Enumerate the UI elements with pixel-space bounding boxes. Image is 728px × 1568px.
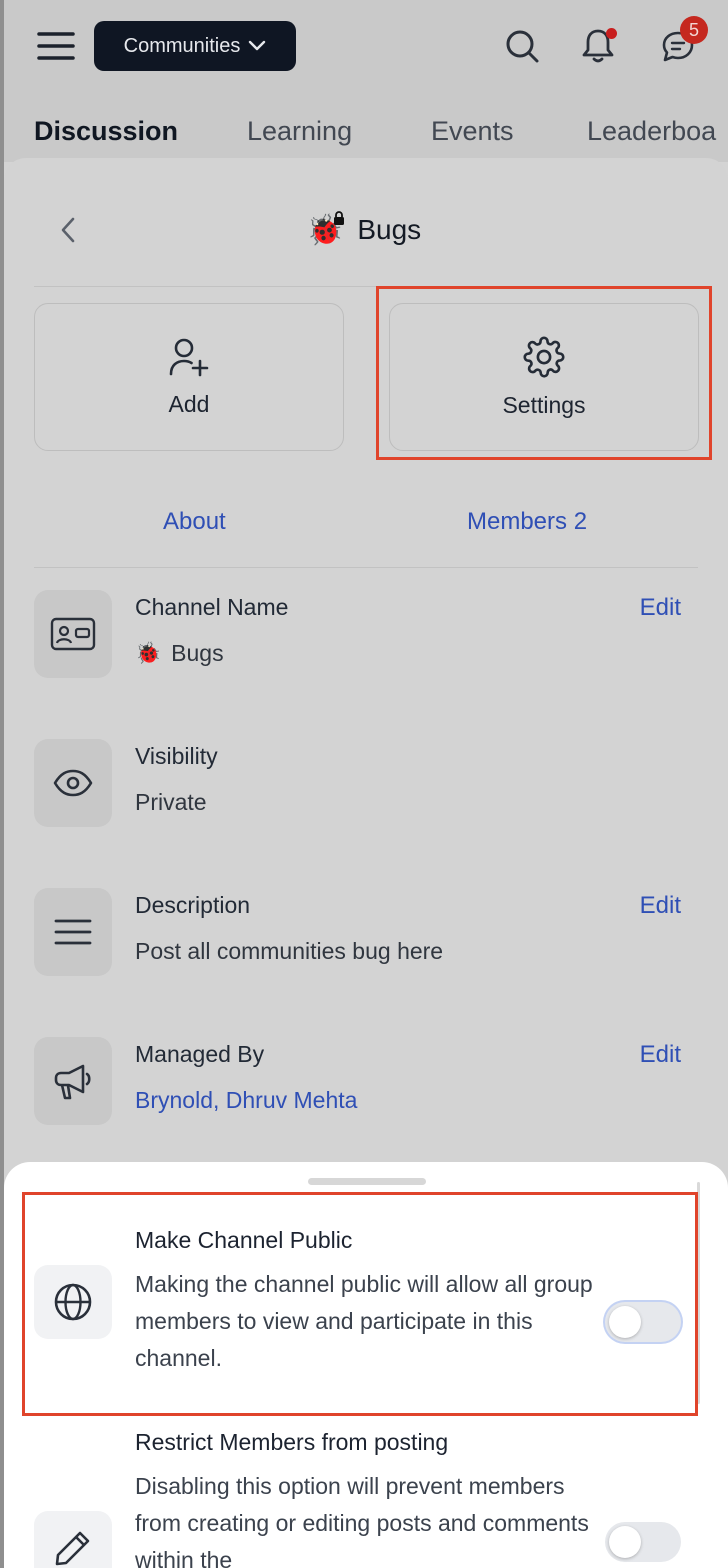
description-value: Post all communities bug here (135, 938, 444, 964)
restrict-posting-description: Disabling this option will prevent membe… (135, 1473, 589, 1568)
visibility-label: Visibility (135, 743, 218, 769)
communities-label: Communities (123, 34, 241, 57)
visibility-value: Private (135, 789, 207, 815)
channel-header: 🐞 Bugs (306, 202, 421, 258)
search-icon[interactable] (502, 26, 542, 66)
chevron-down-icon (249, 40, 266, 51)
tab-learning[interactable]: Learning (247, 116, 352, 147)
megaphone-icon (34, 1037, 112, 1125)
channel-name-label: Channel Name (135, 594, 289, 620)
ladybug-icon: 🐞 (306, 210, 344, 248)
id-card-icon (34, 590, 112, 678)
managed-by-label: Managed By (135, 1041, 265, 1067)
pencil-icon (34, 1511, 112, 1568)
add-label: Add (168, 390, 210, 417)
notification-dot (606, 28, 617, 39)
restrict-posting-option: Restrict Members from posting Disabling … (34, 1424, 698, 1568)
restrict-posting-toggle[interactable] (605, 1522, 681, 1562)
sheet-grabber[interactable] (308, 1178, 426, 1185)
toggle-knob (609, 1526, 641, 1558)
tab-events[interactable]: Events (431, 116, 514, 147)
channel-title: Bugs (357, 214, 422, 245)
back-button[interactable] (50, 212, 86, 248)
hamburger-menu-icon[interactable] (36, 26, 76, 66)
channel-name-emoji: 🐞 (135, 641, 162, 665)
tab-members[interactable]: Members 2 (467, 508, 587, 536)
add-member-button[interactable]: Add (34, 303, 344, 451)
edit-channel-name-link[interactable]: Edit (640, 594, 681, 622)
lock-icon (334, 210, 344, 225)
channel-name-value: 🐞 Bugs (135, 640, 224, 667)
make-public-highlight-box (22, 1192, 698, 1416)
app-frame: Communities 5 Discussion Learning Events… (4, 0, 728, 1568)
description-label: Description (135, 892, 251, 918)
description-row: Description Post all communities bug her… (34, 888, 698, 988)
top-app-bar: Communities 5 (4, 0, 728, 92)
eye-icon (34, 739, 112, 827)
tab-discussion[interactable]: Discussion (34, 116, 178, 147)
subtabs-divider (34, 567, 698, 568)
edit-managers-link[interactable]: Edit (640, 1041, 681, 1069)
communities-dropdown-button[interactable]: Communities (94, 21, 296, 71)
managed-by-row: Managed By Brynold, Dhruv Mehta Edit (34, 1037, 698, 1137)
message-count-badge: 5 (680, 16, 708, 44)
notifications-button[interactable] (578, 26, 618, 66)
channel-name-row: Channel Name 🐞 Bugs Edit (34, 590, 698, 690)
add-user-icon (169, 338, 209, 376)
channel-name-text: Bugs (171, 640, 224, 666)
managed-by-value[interactable]: Brynold, Dhruv Mehta (135, 1087, 357, 1114)
section-tabs: Discussion Learning Events Leaderboa (4, 92, 728, 162)
settings-highlight-box (376, 286, 712, 460)
tab-about[interactable]: About (163, 508, 226, 536)
messages-button[interactable]: 5 (658, 16, 708, 66)
tab-leaderboard[interactable]: Leaderboa (587, 116, 716, 147)
restrict-posting-title: Restrict Members from posting (135, 1429, 449, 1455)
visibility-row: Visibility Private (34, 739, 698, 839)
edit-description-link[interactable]: Edit (640, 892, 681, 920)
lines-icon (34, 888, 112, 976)
chevron-left-icon (61, 217, 75, 243)
